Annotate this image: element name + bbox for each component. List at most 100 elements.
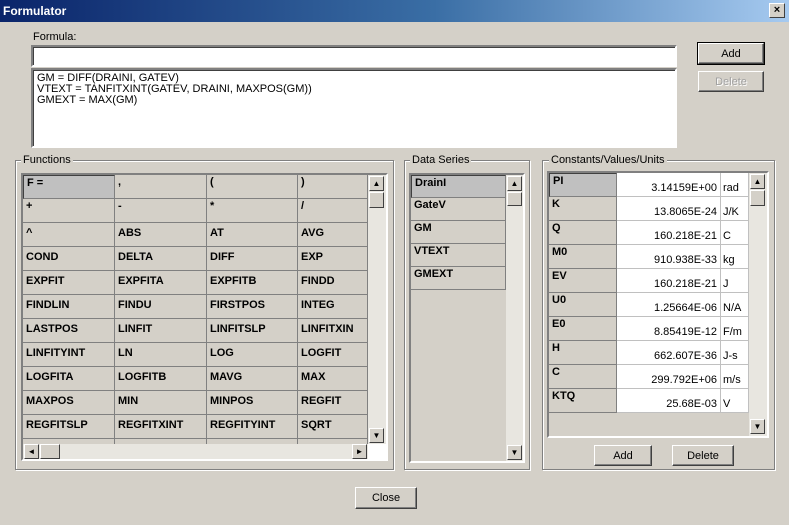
function-cell[interactable]: INTEG bbox=[298, 295, 368, 319]
constant-value[interactable]: 3.14159E+00 bbox=[617, 173, 721, 197]
formula-delete-button[interactable]: Delete bbox=[698, 71, 764, 92]
scroll-thumb[interactable] bbox=[507, 192, 522, 206]
constant-name[interactable]: PI bbox=[549, 173, 617, 197]
constant-value[interactable]: 13.8065E-24 bbox=[617, 197, 721, 221]
scroll-up-icon[interactable]: ▲ bbox=[750, 174, 765, 189]
constant-unit[interactable]: rad bbox=[721, 173, 749, 197]
function-cell[interactable]: EXP bbox=[298, 247, 368, 271]
function-cell[interactable]: / bbox=[298, 199, 368, 223]
constant-unit[interactable]: C bbox=[721, 221, 749, 245]
function-cell[interactable]: FINDD bbox=[298, 271, 368, 295]
function-cell[interactable]: EXPFIT bbox=[23, 271, 115, 295]
scroll-down-icon[interactable]: ▼ bbox=[507, 445, 522, 460]
function-cell[interactable]: F = bbox=[23, 175, 115, 199]
constant-name[interactable]: Q bbox=[549, 221, 617, 245]
functions-scrollbar-vertical[interactable]: ▲ ▼ bbox=[368, 175, 386, 444]
scroll-down-icon[interactable]: ▼ bbox=[369, 428, 384, 443]
constant-value[interactable]: 8.85419E-12 bbox=[617, 317, 721, 341]
function-cell[interactable]: MAX bbox=[298, 367, 368, 391]
constant-name[interactable]: K bbox=[549, 197, 617, 221]
constant-unit[interactable]: J-s bbox=[721, 341, 749, 365]
formula-add-button[interactable]: Add bbox=[697, 42, 765, 65]
scroll-up-icon[interactable]: ▲ bbox=[507, 176, 522, 191]
constant-unit[interactable]: J bbox=[721, 269, 749, 293]
function-cell[interactable]: SQRT bbox=[298, 415, 368, 439]
data-series-list[interactable]: DrainI GateV GM VTEXT GMEXT bbox=[411, 175, 506, 461]
scroll-left-icon[interactable]: ◄ bbox=[24, 444, 39, 459]
function-cell[interactable]: AT bbox=[207, 223, 298, 247]
constant-unit[interactable]: J/K bbox=[721, 197, 749, 221]
function-cell[interactable]: DIFF bbox=[207, 247, 298, 271]
function-cell[interactable]: LINFITSLP bbox=[207, 319, 298, 343]
function-cell[interactable]: - bbox=[115, 199, 207, 223]
function-cell[interactable]: COND bbox=[23, 247, 115, 271]
scroll-thumb-horizontal[interactable] bbox=[40, 444, 60, 459]
function-cell[interactable]: MAVG bbox=[207, 367, 298, 391]
function-cell[interactable]: ABS bbox=[115, 223, 207, 247]
formula-list[interactable]: GM = DIFF(DRAINI, GATEV) VTEXT = TANFITXI… bbox=[31, 68, 677, 148]
constant-unit[interactable]: m/s bbox=[721, 365, 749, 389]
constant-name[interactable]: C bbox=[549, 365, 617, 389]
constant-unit[interactable]: kg bbox=[721, 245, 749, 269]
scroll-right-icon[interactable]: ► bbox=[352, 444, 367, 459]
functions-scrollbar-horizontal[interactable]: ◄ ► bbox=[23, 444, 368, 459]
function-cell[interactable]: * bbox=[207, 199, 298, 223]
constant-value[interactable]: 1.25664E-06 bbox=[617, 293, 721, 317]
data-series-scrollbar[interactable]: ▲ ▼ bbox=[506, 175, 523, 461]
constants-add-button[interactable]: Add bbox=[594, 445, 652, 466]
function-cell[interactable]: + bbox=[23, 199, 115, 223]
function-cell[interactable]: AVG bbox=[298, 223, 368, 247]
data-series-item[interactable]: VTEXT bbox=[411, 244, 506, 267]
data-series-item[interactable]: GM bbox=[411, 221, 506, 244]
constant-unit[interactable]: V bbox=[721, 389, 749, 413]
constants-scrollbar[interactable]: ▲ ▼ bbox=[749, 173, 767, 436]
function-cell[interactable]: LINFITXIN bbox=[298, 319, 368, 343]
function-cell[interactable]: FIRSTPOS bbox=[207, 295, 298, 319]
data-series-item[interactable]: GMEXT bbox=[411, 267, 506, 290]
close-icon[interactable]: × bbox=[769, 3, 785, 18]
function-cell[interactable]: ) bbox=[298, 175, 368, 199]
constant-value[interactable]: 160.218E-21 bbox=[617, 221, 721, 245]
function-cell[interactable]: LOGFITA bbox=[23, 367, 115, 391]
constant-value[interactable]: 662.607E-36 bbox=[617, 341, 721, 365]
constant-name[interactable]: EV bbox=[549, 269, 617, 293]
function-cell[interactable]: , bbox=[115, 175, 207, 199]
constant-unit[interactable]: N/A bbox=[721, 293, 749, 317]
constant-value[interactable]: 160.218E-21 bbox=[617, 269, 721, 293]
formula-input[interactable] bbox=[31, 45, 677, 67]
data-series-item[interactable]: GateV bbox=[411, 198, 506, 221]
scroll-thumb[interactable] bbox=[369, 192, 384, 208]
function-cell[interactable]: FINDU bbox=[115, 295, 207, 319]
scroll-up-icon[interactable]: ▲ bbox=[369, 176, 384, 191]
constant-name[interactable]: KTQ bbox=[549, 389, 617, 413]
scroll-down-icon[interactable]: ▼ bbox=[750, 419, 765, 434]
function-cell[interactable]: REGFITYINT bbox=[207, 415, 298, 439]
function-cell[interactable]: EXPFITB bbox=[207, 271, 298, 295]
constants-delete-button[interactable]: Delete bbox=[672, 445, 734, 466]
function-cell[interactable]: MIN bbox=[115, 391, 207, 415]
function-cell[interactable]: ( bbox=[207, 175, 298, 199]
constant-value[interactable]: 910.938E-33 bbox=[617, 245, 721, 269]
function-cell[interactable]: MAXPOS bbox=[23, 391, 115, 415]
constant-unit[interactable]: F/m bbox=[721, 317, 749, 341]
function-cell[interactable]: REGFITSLP bbox=[23, 415, 115, 439]
function-cell[interactable]: LOGFIT bbox=[298, 343, 368, 367]
function-cell[interactable]: LINFITYINT bbox=[23, 343, 115, 367]
constant-name[interactable]: E0 bbox=[549, 317, 617, 341]
function-cell[interactable]: LOGFITB bbox=[115, 367, 207, 391]
function-cell[interactable]: EXPFITA bbox=[115, 271, 207, 295]
function-cell[interactable]: LOG bbox=[207, 343, 298, 367]
function-cell[interactable]: REGFITXINT bbox=[115, 415, 207, 439]
constant-name[interactable]: U0 bbox=[549, 293, 617, 317]
function-cell[interactable]: FINDLIN bbox=[23, 295, 115, 319]
close-button[interactable]: Close bbox=[355, 487, 417, 509]
constant-name[interactable]: M0 bbox=[549, 245, 617, 269]
function-cell[interactable]: LASTPOS bbox=[23, 319, 115, 343]
function-cell[interactable]: LINFIT bbox=[115, 319, 207, 343]
function-cell[interactable]: ^ bbox=[23, 223, 115, 247]
constant-value[interactable]: 299.792E+06 bbox=[617, 365, 721, 389]
function-cell[interactable]: REGFIT bbox=[298, 391, 368, 415]
formula-line[interactable]: GMEXT = MAX(GM) bbox=[37, 95, 671, 106]
constant-value[interactable]: 25.68E-03 bbox=[617, 389, 721, 413]
data-series-item[interactable]: DrainI bbox=[411, 175, 506, 198]
